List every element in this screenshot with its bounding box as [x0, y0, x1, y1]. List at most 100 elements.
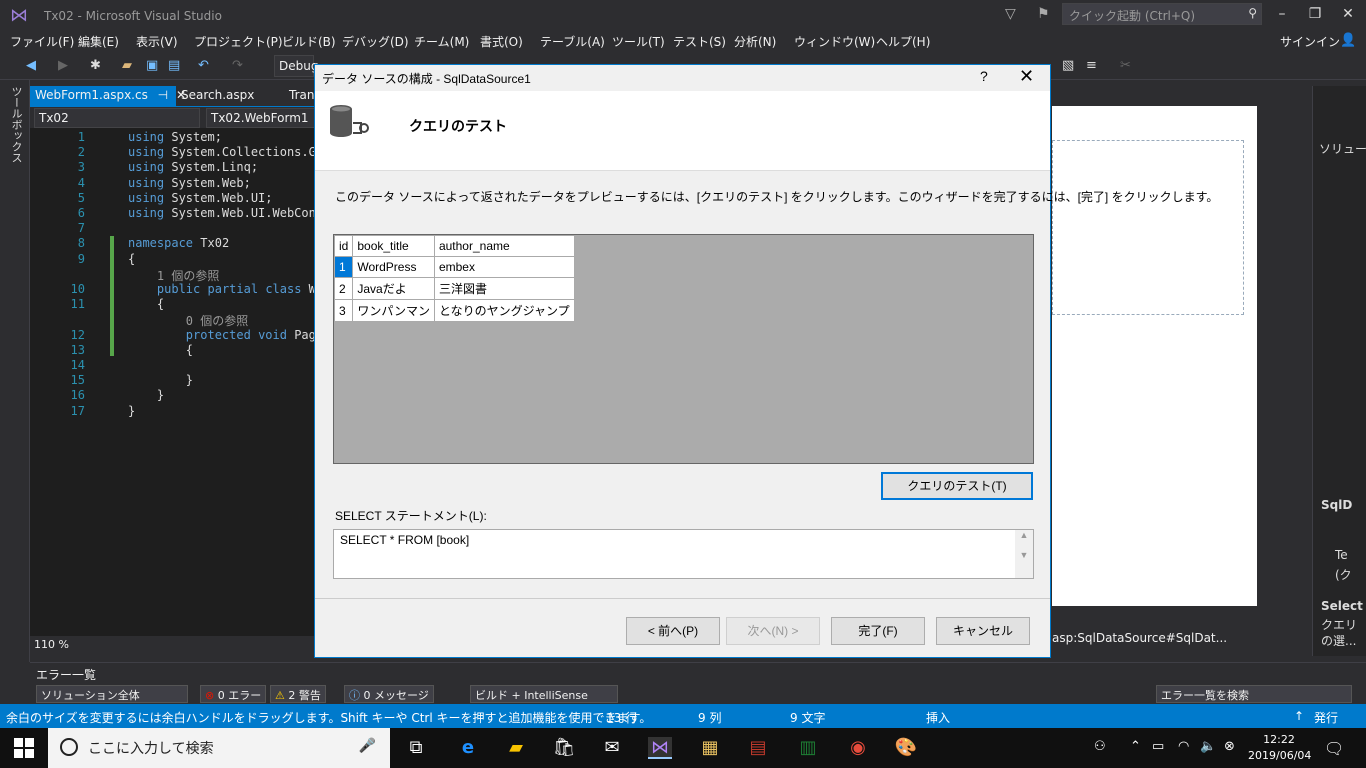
wifi-icon[interactable]: ◠: [1178, 739, 1189, 754]
menu-table[interactable]: テーブル(A): [540, 33, 605, 50]
table-cell[interactable]: となりのヤングジャンプ: [433, 299, 575, 322]
publish-icon[interactable]: ↑: [1294, 709, 1304, 723]
menu-tools[interactable]: ツール(T): [612, 33, 665, 50]
feedback-icon[interactable]: ⚑: [1037, 6, 1050, 22]
task-view-icon[interactable]: ⧉: [404, 737, 428, 759]
table-row[interactable]: 3 ワンパンマン となりのヤングジャンプ: [333, 299, 575, 322]
menu-project[interactable]: プロジェクト(P): [194, 33, 283, 50]
table-cell[interactable]: Javaだよ: [352, 277, 435, 300]
account-icon[interactable]: 👤: [1340, 33, 1356, 48]
chrome-icon[interactable]: ◉: [846, 737, 870, 759]
build-source-select[interactable]: ビルド + IntelliSense: [470, 685, 618, 703]
previous-button[interactable]: < 前へ(P): [626, 617, 720, 645]
format-icon[interactable]: ▧: [1062, 58, 1074, 73]
quick-launch-input[interactable]: クイック起動 (Ctrl+Q) ⚲: [1062, 3, 1262, 25]
sql-statement-textbox[interactable]: SELECT * FROM [book] ▲ ▼: [333, 529, 1034, 579]
solution-config-select[interactable]: Debug: [274, 55, 318, 77]
new-project-icon[interactable]: ✱: [90, 58, 101, 73]
redo-icon[interactable]: ↷: [232, 58, 243, 73]
table-cell[interactable]: 三洋図書: [433, 277, 575, 300]
table-row[interactable]: 2 Javaだよ 三洋図書: [333, 277, 575, 300]
table-cell[interactable]: 1: [333, 256, 354, 278]
ime-off-icon[interactable]: ⊗: [1224, 739, 1235, 754]
help-button[interactable]: ?: [980, 68, 988, 84]
save-all-icon[interactable]: ▤: [168, 58, 180, 73]
menu-analyze[interactable]: 分析(N): [734, 33, 776, 50]
back-icon[interactable]: ◀: [26, 58, 36, 73]
selected-tag-breadcrumb[interactable]: asp:SqlDataSource#SqlDat...: [1052, 631, 1227, 645]
notification-filter-icon[interactable]: ▽: [1005, 6, 1016, 22]
undo-icon[interactable]: ↶: [198, 58, 209, 73]
code-editor[interactable]: 1 using System; 2 using System.Collections.…: [30, 128, 320, 636]
menu-help[interactable]: ヘルプ(H): [876, 33, 930, 50]
design-canvas[interactable]: [1052, 106, 1257, 606]
sql-tool-icon[interactable]: ▦: [698, 737, 722, 759]
error-search-input[interactable]: エラー一覧を検索: [1156, 685, 1352, 703]
forward-icon[interactable]: ▶: [58, 58, 68, 73]
table-cell[interactable]: embex: [433, 256, 575, 278]
close-window-button[interactable]: ✕: [1338, 5, 1358, 25]
column-header[interactable]: book_title: [352, 235, 435, 257]
battery-icon[interactable]: ▭: [1152, 739, 1164, 754]
minimize-button[interactable]: –: [1272, 5, 1292, 25]
table-row[interactable]: 1 WordPress embex: [333, 256, 575, 278]
signin-link[interactable]: サインイン: [1280, 33, 1340, 50]
pin-icon[interactable]: ⊣: [158, 88, 168, 102]
errors-filter-button[interactable]: ⊗ 0 エラー: [200, 685, 267, 703]
save-icon[interactable]: ▣: [146, 58, 158, 73]
table-cell[interactable]: ワンパンマン: [352, 299, 435, 322]
tab-webform1-cs[interactable]: WebForm1.aspx.cs ⊣ ✕: [30, 86, 186, 106]
excel-icon[interactable]: ▥: [796, 737, 820, 759]
menu-build[interactable]: ビルド(B): [282, 33, 336, 50]
microphone-icon[interactable]: 🎤: [359, 738, 376, 754]
visual-studio-taskbar-icon[interactable]: ⋈: [648, 737, 672, 759]
dialog-close-button[interactable]: ✕: [1019, 66, 1034, 87]
column-header[interactable]: id: [333, 235, 354, 257]
table-cell[interactable]: 3: [333, 299, 354, 322]
menu-file[interactable]: ファイル(F): [10, 33, 74, 50]
volume-icon[interactable]: 🔈: [1200, 739, 1216, 754]
zoom-level[interactable]: 110 %: [34, 638, 69, 651]
sql-scrollbar[interactable]: ▲ ▼: [1015, 530, 1033, 578]
menu-team[interactable]: チーム(M): [414, 33, 469, 50]
taskbar-search-input[interactable]: ここに入力して検索 🎤: [48, 728, 390, 768]
menu-test[interactable]: テスト(S): [673, 33, 726, 50]
mail-icon[interactable]: ✉: [600, 737, 624, 759]
test-query-button[interactable]: クエリのテスト(T): [881, 472, 1033, 500]
action-center-icon[interactable]: 🗨: [1324, 739, 1344, 758]
notepad-icon[interactable]: ▤: [746, 737, 770, 759]
open-file-icon[interactable]: ▰: [122, 58, 132, 73]
next-button[interactable]: 次へ(N) >: [726, 617, 820, 645]
warnings-filter-button[interactable]: ⚠ 2 警告: [270, 685, 326, 703]
class-select[interactable]: Tx02.WebForm1: [206, 108, 320, 128]
align-icon[interactable]: ≡: [1086, 58, 1097, 73]
store-icon[interactable]: 🛍: [552, 737, 576, 759]
query-results-grid[interactable]: id book_title author_name 1 WordPress embex 2…: [333, 234, 1034, 464]
menu-view[interactable]: 表示(V): [136, 33, 178, 50]
finish-button[interactable]: 完了(F): [831, 617, 925, 645]
restore-button[interactable]: ❐: [1305, 5, 1325, 25]
error-scope-select[interactable]: ソリューション全体: [36, 685, 188, 703]
messages-filter-button[interactable]: ⓘ 0 メッセージ: [344, 685, 434, 703]
publish-button[interactable]: 発行: [1314, 709, 1338, 726]
cancel-button[interactable]: キャンセル: [936, 617, 1030, 645]
edge-icon[interactable]: e: [456, 737, 480, 759]
column-header[interactable]: author_name: [433, 235, 575, 257]
menu-debug[interactable]: デバッグ(D): [342, 33, 409, 50]
menu-window[interactable]: ウィンドウ(W): [794, 33, 875, 50]
windows-start-icon[interactable]: [14, 738, 34, 758]
menu-edit[interactable]: 編集(E): [78, 33, 119, 50]
file-explorer-icon[interactable]: ▰: [504, 737, 528, 759]
properties-object-name[interactable]: SqlD: [1321, 498, 1352, 512]
tab-search-aspx[interactable]: Search.aspx: [176, 86, 259, 106]
show-hidden-icons-icon[interactable]: ⌃: [1130, 739, 1141, 754]
table-cell[interactable]: 2: [333, 277, 354, 300]
table-cell[interactable]: WordPress: [352, 256, 435, 278]
toolbox-tab[interactable]: ツールボックス: [8, 86, 24, 163]
paint-icon[interactable]: 🎨: [894, 737, 918, 759]
menu-format[interactable]: 書式(O): [480, 33, 523, 50]
people-icon[interactable]: ⚇: [1094, 739, 1106, 754]
clear-format-icon[interactable]: ✂: [1120, 58, 1131, 73]
system-clock[interactable]: 12:22 2019/06/04: [1248, 732, 1311, 764]
project-select[interactable]: Tx02: [34, 108, 200, 128]
